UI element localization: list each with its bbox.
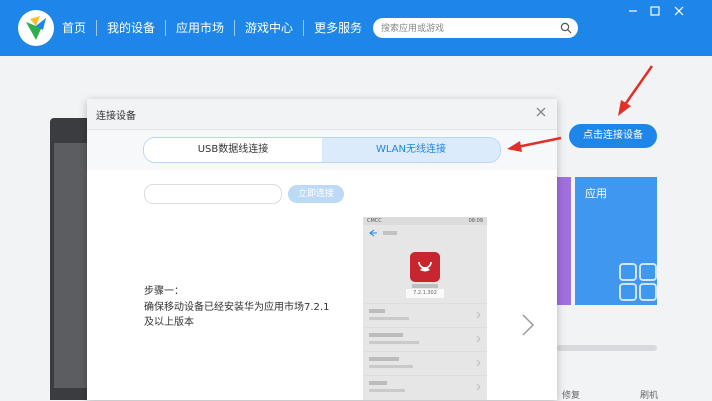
main-nav: 首页 我的设备 应用市场 游戏中心 更多服务 bbox=[62, 0, 372, 56]
phone-list-item bbox=[363, 327, 487, 352]
back-arrow-icon bbox=[369, 229, 377, 237]
close-icon[interactable] bbox=[672, 4, 686, 18]
step-title: 步骤一： bbox=[144, 286, 184, 297]
maximize-icon[interactable] bbox=[648, 4, 662, 18]
annotation-arrow-connect bbox=[618, 65, 654, 116]
background-progress-bar bbox=[557, 345, 657, 351]
next-step-chevron-icon[interactable] bbox=[521, 313, 535, 337]
phone-list-item bbox=[363, 375, 487, 400]
connect-device-dialog: 连接设备 USB数据线连接 WLAN无线连接 立即连接 步骤一： 确保移动设备已… bbox=[87, 99, 557, 400]
tile-purple[interactable] bbox=[557, 177, 571, 305]
search-icon[interactable] bbox=[560, 22, 572, 34]
flash-label[interactable]: 刷机 bbox=[640, 388, 658, 401]
nav-item-app-market[interactable]: 应用市场 bbox=[165, 20, 234, 36]
ip-address-input[interactable] bbox=[144, 184, 282, 204]
tile-apps[interactable]: 应用 bbox=[575, 177, 657, 305]
phone-status-bar: CMCC 08:09 bbox=[363, 217, 487, 225]
phone-title-placeholder bbox=[383, 231, 397, 235]
grid-apps-icon bbox=[619, 263, 657, 301]
huawei-appgallery-icon bbox=[410, 252, 440, 282]
search-placeholder: 搜索应用或游戏 bbox=[381, 24, 445, 34]
tile-apps-label: 应用 bbox=[585, 187, 607, 200]
app-logo-icon[interactable] bbox=[18, 10, 54, 46]
dialog-close-icon[interactable] bbox=[535, 106, 547, 118]
connect-device-button[interactable]: 点击连接设备 bbox=[569, 124, 657, 148]
dialog-header: 连接设备 bbox=[87, 99, 557, 130]
top-bar: 首页 我的设备 应用市场 游戏中心 更多服务 搜索应用或游戏 bbox=[0, 0, 712, 56]
repair-label[interactable]: 修复 bbox=[562, 388, 580, 401]
connect-now-button[interactable]: 立即连接 bbox=[288, 185, 344, 203]
nav-item-home[interactable]: 首页 bbox=[62, 20, 96, 36]
device-screen bbox=[54, 143, 90, 388]
phone-list-item bbox=[363, 303, 487, 328]
chevron-right-icon bbox=[476, 359, 481, 367]
nav-item-more-services[interactable]: 更多服务 bbox=[303, 20, 372, 36]
step-line-1: 确保移动设备已经安装华为应用市场7.2.1 bbox=[144, 302, 330, 313]
dialog-title: 连接设备 bbox=[96, 111, 136, 122]
tab-usb[interactable]: USB数据线连接 bbox=[144, 138, 322, 162]
annotation-arrow-wlan bbox=[507, 136, 562, 152]
chevron-right-icon bbox=[476, 383, 481, 391]
minimize-icon[interactable] bbox=[626, 4, 640, 18]
nav-item-my-devices[interactable]: 我的设备 bbox=[96, 20, 165, 36]
phone-carrier: CMCC bbox=[367, 218, 382, 224]
app-version: 7.2.1.302 bbox=[406, 289, 444, 298]
nav-item-game-center[interactable]: 游戏中心 bbox=[234, 20, 303, 36]
chevron-right-icon bbox=[476, 335, 481, 343]
app-name-placeholder bbox=[412, 284, 438, 288]
tab-wlan[interactable]: WLAN无线连接 bbox=[322, 138, 500, 162]
phone-list-item bbox=[363, 351, 487, 376]
step-line-2: 及以上版本 bbox=[144, 317, 194, 328]
chevron-right-icon bbox=[476, 311, 481, 319]
phone-screenshot: CMCC 08:09 7.2.1.302 bbox=[363, 217, 487, 400]
phone-time: 08:09 bbox=[468, 218, 483, 224]
connection-tabs: USB数据线连接 WLAN无线连接 bbox=[143, 137, 501, 163]
search-input[interactable]: 搜索应用或游戏 bbox=[373, 18, 578, 38]
